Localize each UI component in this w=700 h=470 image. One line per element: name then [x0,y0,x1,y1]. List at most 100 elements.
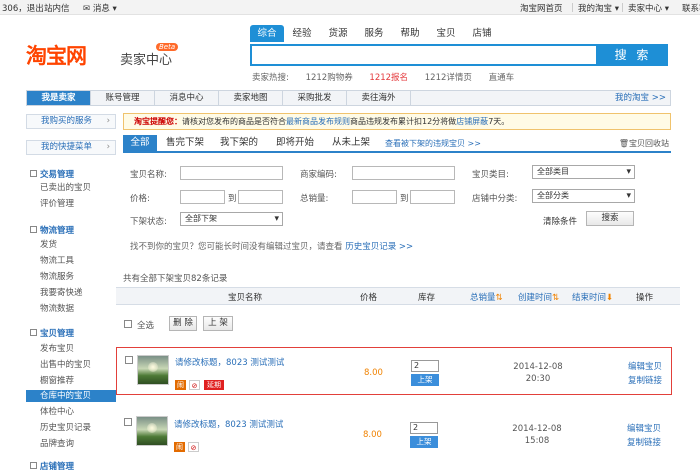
price-label: 价格: [130,194,150,204]
notice-rules-link[interactable]: 最新商品发布规则 [286,117,350,126]
sidebar-item-checkup[interactable]: 体检中心 [26,406,116,418]
list-item-button[interactable]: 上架 [411,374,439,386]
search-tab-shop[interactable]: 店铺 [470,25,494,42]
sidebar-item-history[interactable]: 历史宝贝记录 [26,422,116,434]
category-select[interactable]: 全部类目 [532,165,635,179]
delete-button[interactable]: 删 除 [169,316,197,331]
shop-category-label: 店铺中分类: [472,194,518,204]
col-price: 价格 [360,293,378,303]
col-total-sales[interactable]: 总销量⇅ [470,291,503,303]
contact-dropdown[interactable]: 联系客服 ▾ [682,2,700,14]
search-tab-experience[interactable]: 经验 [290,25,314,42]
tab-upcoming[interactable]: 即将开始 [271,135,319,151]
stock-input[interactable]: 2 [410,422,438,434]
sidebar-item-sold[interactable]: 已卖出的宝贝 [26,182,116,194]
sidebar-item-brand-query[interactable]: 品牌查询 [26,438,116,450]
notice-shield-link[interactable]: 店铺屏蔽 [456,117,488,126]
tab-my-delisted[interactable]: 我下架的 [215,135,263,151]
price-max-input[interactable] [238,190,283,204]
list-button[interactable]: 上 架 [203,316,233,331]
merchant-code-input[interactable] [352,166,455,180]
user-logout-link[interactable]: 306，退出 [2,2,44,14]
created-date: 2014-12-08 [513,362,563,372]
history-records-link[interactable]: 历史宝贝记录 >> [345,242,413,252]
edit-item-link[interactable]: 编辑宝贝 [627,422,661,434]
sales-min-input[interactable] [352,190,397,204]
item-thumbnail[interactable] [136,416,168,446]
item-thumbnail[interactable] [137,355,169,385]
record-count: 共有全部下架宝贝82条记录 [123,274,228,284]
sidebar-item-warehouse[interactable]: 仓库中的宝贝 [26,390,116,402]
item-price: 8.00 [363,430,382,440]
search-tab-service[interactable]: 服务 [362,25,386,42]
search-filter-button[interactable]: 搜索 [586,211,634,226]
seller-center-dropdown[interactable]: 卖家中心 ▾ [628,2,669,14]
search-tab-all[interactable]: 综合 [250,25,284,42]
sidebar-item-logistics-tools[interactable]: 物流工具 [26,255,116,267]
tab-never-listed[interactable]: 从未上架 [327,135,375,151]
search-button[interactable]: 搜 索 [598,44,668,66]
hot-link[interactable]: 直通车 [489,73,515,83]
tab-all[interactable]: 全部 [123,135,157,151]
sidebar-shortcut-menu[interactable]: 我的快捷菜单 [26,140,116,155]
messages-dropdown[interactable]: ✉ 消息 ▾ [83,2,117,14]
col-created[interactable]: 创建时间⇅ [518,291,559,303]
stock-input[interactable]: 2 [411,360,439,372]
status-select[interactable]: 全部下架 [180,212,283,226]
sidebar-item-reviews[interactable]: 评价管理 [26,198,116,210]
row-checkbox[interactable] [124,418,132,426]
nav-wholesale[interactable]: 采购批发 [283,91,347,105]
col-end-time[interactable]: 结束时间⬇ [572,291,613,303]
nav-messages[interactable]: 消息中心 [155,91,219,105]
item-title-link[interactable]: 请修改标题，8023 测试测试 [174,418,283,430]
price-min-input[interactable] [180,190,225,204]
violation-items-link[interactable]: 查看被下架的违规宝贝 >> [385,138,481,149]
copy-link[interactable]: 复制链接 [628,374,662,386]
divider [622,3,623,12]
sales-max-input[interactable] [410,190,455,204]
messages-label: 消息 ▾ [92,4,117,14]
taobao-logo[interactable]: 淘宝网 [26,40,87,70]
sidebar-purchased-services[interactable]: 我购买的服务 [26,114,116,129]
my-taobao-dropdown[interactable]: 我的淘宝 ▾ [578,2,619,14]
tab-sold-out[interactable]: 售完下架 [161,135,209,151]
hot-link[interactable]: 1212详情页 [425,73,472,83]
item-title-link[interactable]: 请修改标题，8023 测试测试 [175,356,284,368]
select-all-checkbox[interactable] [124,320,132,328]
edit-item-link[interactable]: 编辑宝贝 [628,360,662,372]
row-checkbox[interactable] [125,356,133,364]
hot-link[interactable]: 1212购物券 [306,73,353,83]
sidebar-item-on-sale[interactable]: 出售中的宝贝 [26,359,116,371]
site-message-link[interactable]: 站内信 [44,2,70,14]
col-stock: 库存 [418,293,436,303]
nav-seller-map[interactable]: 卖家地图 [219,91,283,105]
sidebar-group-shop[interactable]: 店铺管理 [26,460,116,470]
sidebar-item-ship[interactable]: 发货 [26,239,116,251]
hot-link[interactable]: 1212报名 [369,73,408,83]
sidebar-item-logistics-data[interactable]: 物流数据 [26,303,116,315]
copy-link[interactable]: 复制链接 [627,436,661,448]
notice-label: 淘宝提醒您： [134,117,182,126]
list-item-button[interactable]: 上架 [410,436,438,448]
sort-down-icon: ⬇ [606,293,614,303]
item-name-input[interactable] [180,166,283,180]
sidebar-group-logistics[interactable]: 物流管理 [26,224,116,236]
recycle-bin-link[interactable]: 🗑宝贝回收站 [619,138,669,149]
nav-account[interactable]: 账号管理 [91,91,155,105]
taobao-home-link[interactable]: 淘宝网首页 [520,2,563,14]
sidebar-item-send-express[interactable]: 我要寄快递 [26,287,116,299]
search-tab-item[interactable]: 宝贝 [434,25,458,42]
my-taobao-link[interactable]: 我的淘宝 >> [615,91,666,105]
clear-conditions-button[interactable]: 清除条件 [543,215,577,227]
search-tab-supply[interactable]: 货源 [326,25,350,42]
sidebar-item-showcase[interactable]: 橱窗推荐 [26,375,116,387]
sidebar-item-logistics-service[interactable]: 物流服务 [26,271,116,283]
nav-seller[interactable]: 我是卖家 [27,91,91,105]
search-tab-help[interactable]: 帮助 [398,25,422,42]
nav-overseas[interactable]: 卖往海外 [347,91,411,105]
shop-category-select[interactable]: 全部分类 [532,189,635,203]
sidebar-group-items[interactable]: 宝贝管理 [26,327,116,339]
sidebar-group-trade[interactable]: 交易管理 [26,168,116,180]
search-input[interactable] [250,44,598,66]
sidebar-item-publish[interactable]: 发布宝贝 [26,343,116,355]
